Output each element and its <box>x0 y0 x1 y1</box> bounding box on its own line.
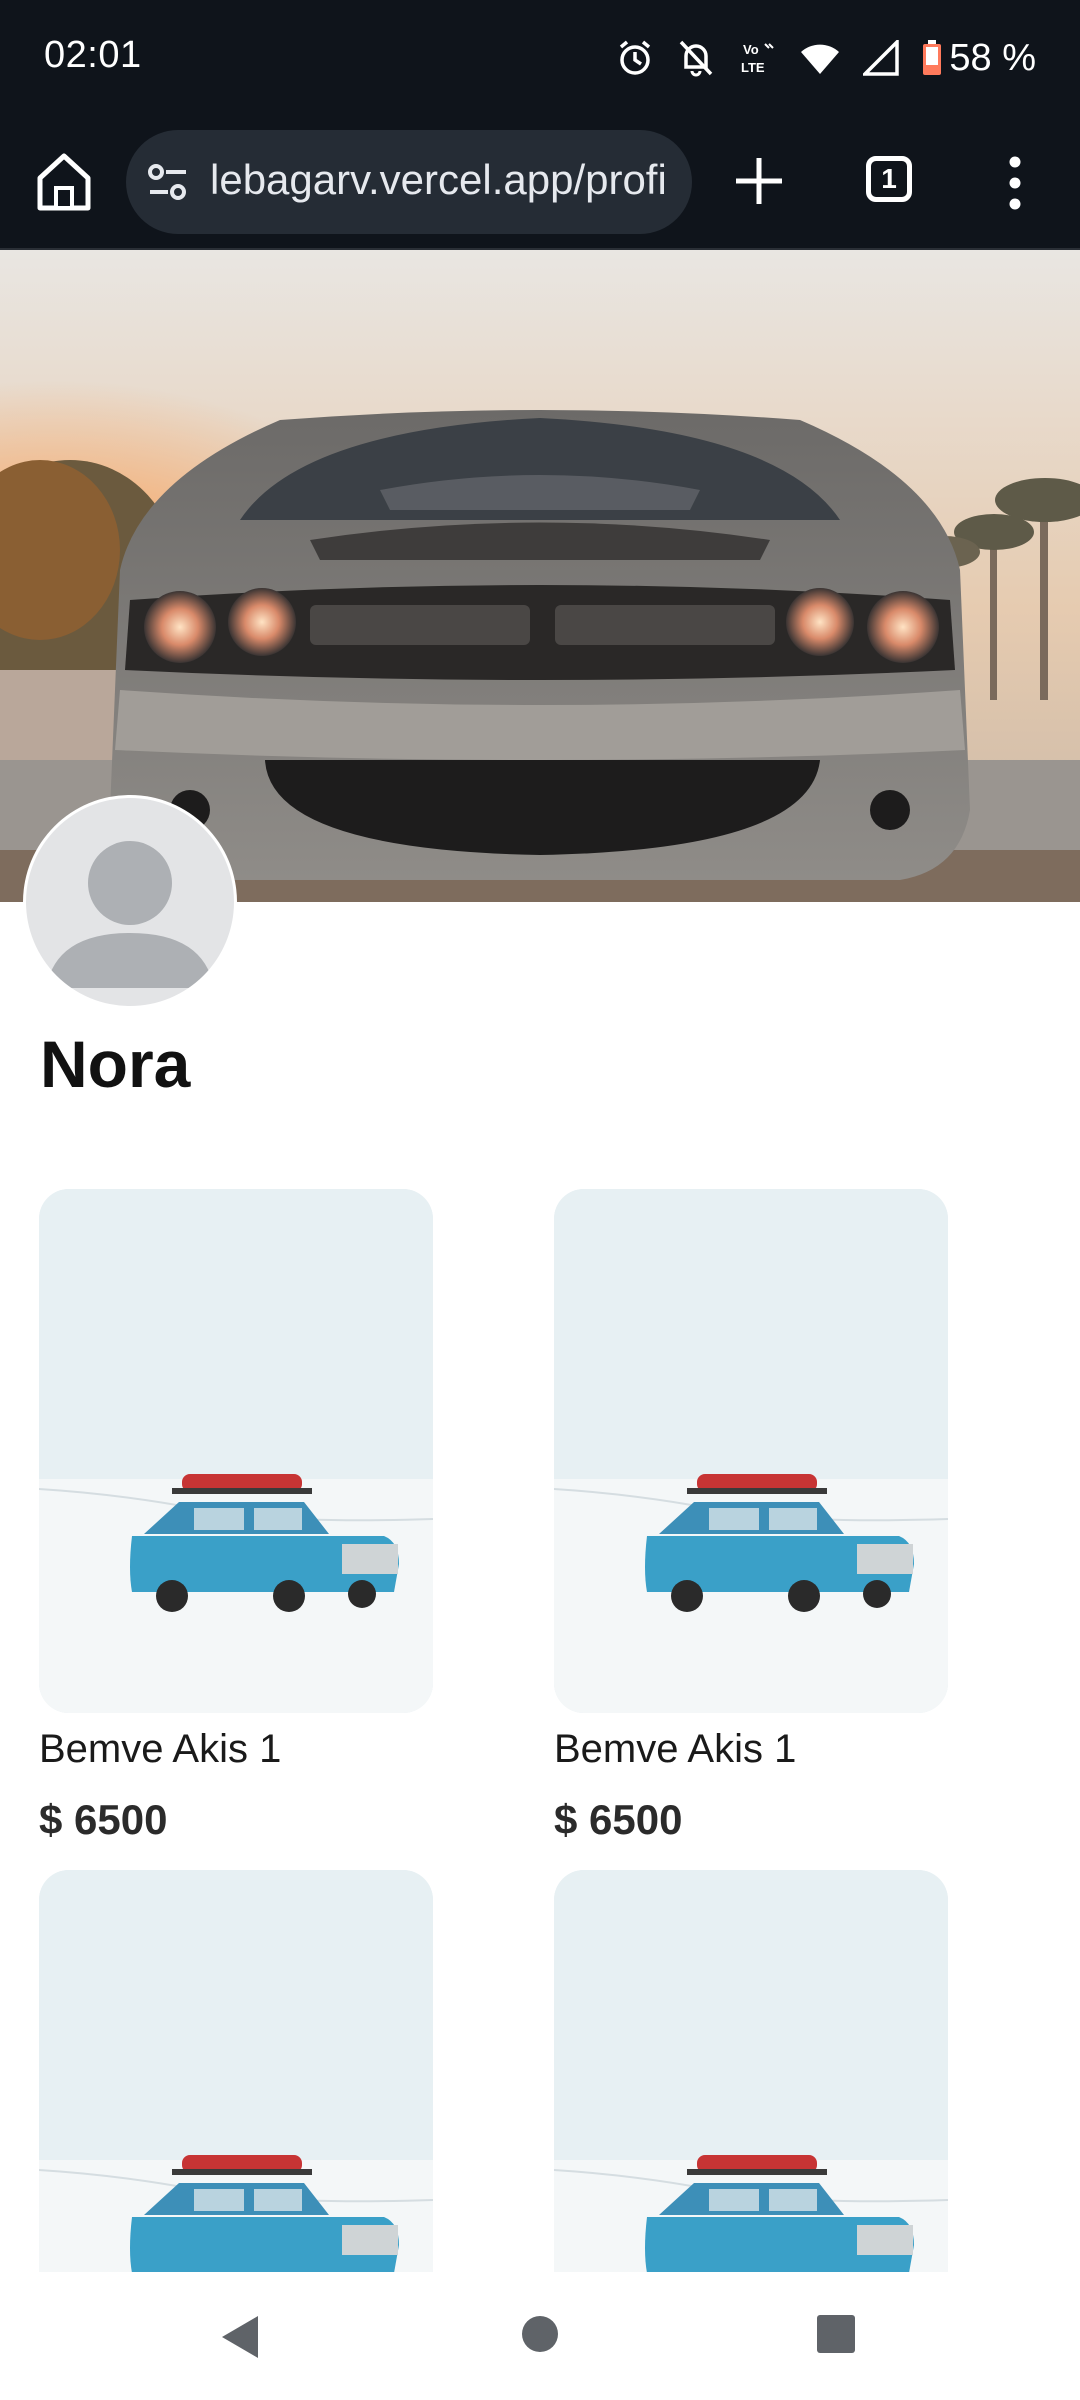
svg-text:Vo: Vo <box>743 42 759 57</box>
address-bar[interactable]: lebagarv.vercel.app/profi <box>126 130 692 234</box>
recents-icon[interactable] <box>816 2314 856 2354</box>
alarm-icon <box>620 40 651 75</box>
tab-count: 1 <box>881 163 897 194</box>
listing-image[interactable] <box>39 1189 433 1713</box>
wifi-icon <box>801 44 840 74</box>
listing-card[interactable]: Bemve Akis 1 $ 6500 <box>554 1189 948 1844</box>
listing-price: $ 6500 <box>554 1796 683 1843</box>
svg-text:LTE: LTE <box>741 60 765 75</box>
avatar[interactable] <box>26 798 234 1006</box>
listing-title[interactable]: Bemve Akis 1 <box>554 1727 948 1772</box>
listing-image[interactable] <box>554 1189 948 1713</box>
person-icon <box>46 841 214 988</box>
browser-toolbar: lebagarv.vercel.app/profi 1 <box>0 118 1080 250</box>
status-bar: 02:01 Vo LTE 58 % <box>0 0 1080 118</box>
volte-icon: Vo LTE <box>741 42 775 75</box>
battery-icon <box>923 40 942 75</box>
listing-price: $ 6500 <box>39 1796 168 1843</box>
bell-off-icon <box>680 40 713 77</box>
home-circle-icon[interactable] <box>520 2314 560 2354</box>
more-vert-icon[interactable] <box>1000 154 1030 212</box>
plus-icon[interactable] <box>732 154 786 208</box>
tabs-icon[interactable]: 1 <box>866 156 912 202</box>
status-icons: Vo LTE 58 % <box>615 30 1036 86</box>
signal-icon <box>863 40 900 76</box>
site-settings-icon[interactable] <box>146 160 190 204</box>
system-nav-bar <box>0 2272 1080 2400</box>
status-time: 02:01 <box>44 34 142 76</box>
battery-percent: 58 % <box>949 36 1036 79</box>
profile-name: Nora <box>40 1027 191 1101</box>
home-icon[interactable] <box>34 148 94 214</box>
listing-title[interactable]: Bemve Akis 1 <box>39 1727 433 1772</box>
battery: 58 % <box>921 37 1036 80</box>
listing-card[interactable]: Bemve Akis 1 $ 6500 <box>39 1189 433 1844</box>
url-text[interactable]: lebagarv.vercel.app/profi <box>210 156 680 204</box>
back-icon[interactable] <box>220 2314 260 2360</box>
